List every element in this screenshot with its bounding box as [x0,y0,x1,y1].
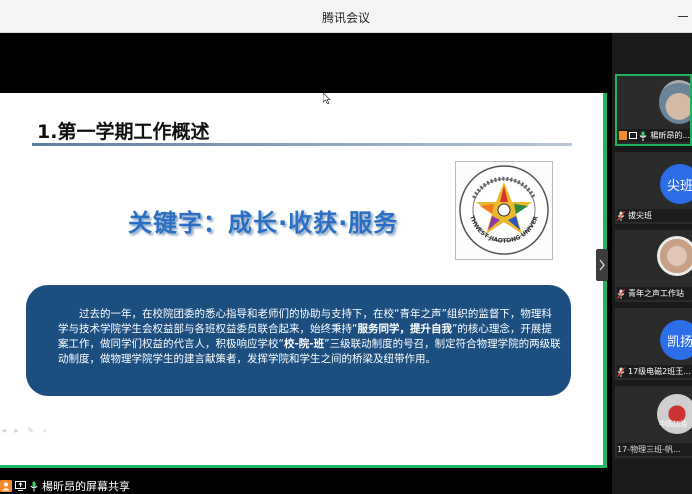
screen-share-icon [629,132,638,139]
summary-text: 过去的一年，在校院团委的悉心指导和老师们的协助与支持下，在校“青年之声”组织的监… [58,307,561,367]
presentation-slide: 1.第一学期工作概述 关键字：成长·收获·服务 SOUTHWEST JIAOTO… [0,93,607,468]
participant-tile[interactable]: 中国加油 17-物理三班-帆... [615,386,692,458]
window-title: 腾讯会议 [321,11,370,25]
summary-box: 过去的一年，在校院团委的悉心指导和老师们的协助与支持下，在校“青年之声”组织的监… [26,285,571,396]
participant-name: 青年之声工作站 [628,289,684,298]
screen-share-label: 楊昕昂的屏幕共享 [0,478,130,494]
avatar [659,80,690,124]
participant-label: 青年之声工作站 [617,287,692,300]
participant-name: 17-物理三班-帆... [617,445,681,454]
user-icon [0,480,12,492]
title-bar: 腾讯会议 [0,0,692,33]
slide-toolbar[interactable]: ◂ ▸ ✎ ⌕ [2,426,50,436]
participant-label: 拔尖班 [617,209,692,222]
summary-emphasis: 服务同学，提升自我 [357,323,452,335]
collapse-panel-button[interactable] [596,249,608,281]
user-icon [619,131,628,140]
screen-share-name: 楊昕昂的屏幕共享 [42,480,130,493]
avatar: 尖班 [660,164,692,204]
microphone-muted-icon [617,366,625,377]
avatar [657,236,692,276]
microphone-icon [28,480,40,492]
participant-tile[interactable]: 青年之声工作站 [615,230,692,302]
slide-keywords: 关键字：成长·收获·服务 [128,209,399,237]
slide-border-bottom [0,465,607,468]
participant-name: 楊昕昂的... [650,131,690,140]
shared-screen: 1.第一学期工作概述 关键字：成长·收获·服务 SOUTHWEST JIAOTO… [0,33,610,494]
chevron-right-icon [599,259,605,271]
university-logo: SOUTHWEST JIAOTONG UNIVERSITY [453,157,553,260]
microphone-muted-icon [617,210,625,221]
avatar-caption: 中国加油 [659,420,687,428]
participant-label: 楊昕昂的... [619,129,690,142]
summary-emphasis: 校-院-班 [283,338,325,350]
participant-tile[interactable]: 凯扬 17级电磁2班王... [615,308,692,380]
participant-tile[interactable]: 尖班 拔尖班 [615,152,692,224]
participant-label: 17-物理三班-帆... [617,443,692,456]
participant-name: 拔尖班 [628,211,652,220]
heading-divider [32,143,572,146]
slide-heading: 1.第一学期工作概述 [37,121,210,143]
participant-label: 17级电磁2班王... [617,365,692,378]
participants-panel: 楊昕昂的... 尖班 拔尖班 青年之声工作站 凯扬 17级电磁2班王... 中国… [612,33,692,494]
avatar: 凯扬 [660,320,692,360]
minimize-icon[interactable] [674,6,692,26]
mouse-cursor-icon [323,93,331,104]
screen-share-icon [14,480,26,492]
participant-tile[interactable]: 楊昕昂的... [615,74,692,146]
microphone-icon [639,131,647,141]
participant-name: 17级电磁2班王... [628,367,691,376]
microphone-muted-icon [617,288,625,299]
